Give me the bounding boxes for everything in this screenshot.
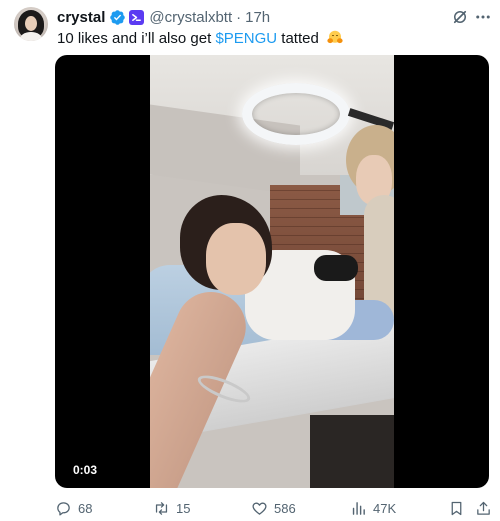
separator-dot: · xyxy=(236,8,242,26)
handle[interactable]: @crystalxbtt xyxy=(149,9,232,26)
tweet-header: crystal @crystalxbtt · 17h xyxy=(57,7,270,27)
like-count: 586 xyxy=(274,500,296,516)
like-button[interactable]: 586 xyxy=(251,498,296,518)
reply-count: 68 xyxy=(78,500,93,516)
affiliate-badge-icon[interactable] xyxy=(129,9,145,25)
bookmark-button[interactable] xyxy=(448,498,465,518)
bookmark-icon xyxy=(451,501,462,515)
hugging-face-emoji xyxy=(327,30,343,44)
verified-badge-icon[interactable] xyxy=(109,9,126,26)
repost-button[interactable]: 15 xyxy=(153,498,190,518)
share-button[interactable] xyxy=(475,498,492,518)
like-icon xyxy=(252,502,267,515)
repost-icon xyxy=(155,501,168,515)
views-icon xyxy=(352,501,365,515)
ring-light xyxy=(242,83,350,145)
display-name[interactable]: crystal xyxy=(57,9,105,26)
tweet-text-end: tatted xyxy=(277,30,319,47)
repost-count: 15 xyxy=(176,500,191,516)
video-player[interactable]: 0:03 xyxy=(55,55,489,488)
reply-icon xyxy=(57,501,70,516)
views-button[interactable]: 47K xyxy=(350,498,396,518)
action-bar: 68 15 586 47K xyxy=(0,498,500,520)
more-icon[interactable] xyxy=(474,8,492,26)
grok-icon[interactable] xyxy=(451,8,469,26)
timestamp[interactable]: 17h xyxy=(245,9,270,26)
tweet-text-start: 10 likes and i’ll also get xyxy=(57,30,216,47)
tweet-text: 10 likes and i’ll also get $PENGU tatted xyxy=(57,29,343,49)
views-count: 47K xyxy=(373,500,397,516)
reply-button[interactable]: 68 xyxy=(55,498,92,518)
avatar[interactable] xyxy=(14,7,48,41)
cashtag-link[interactable]: $PENGU xyxy=(215,30,277,47)
video-frame xyxy=(150,55,394,488)
video-duration: 0:03 xyxy=(73,463,98,477)
share-icon xyxy=(477,501,490,515)
